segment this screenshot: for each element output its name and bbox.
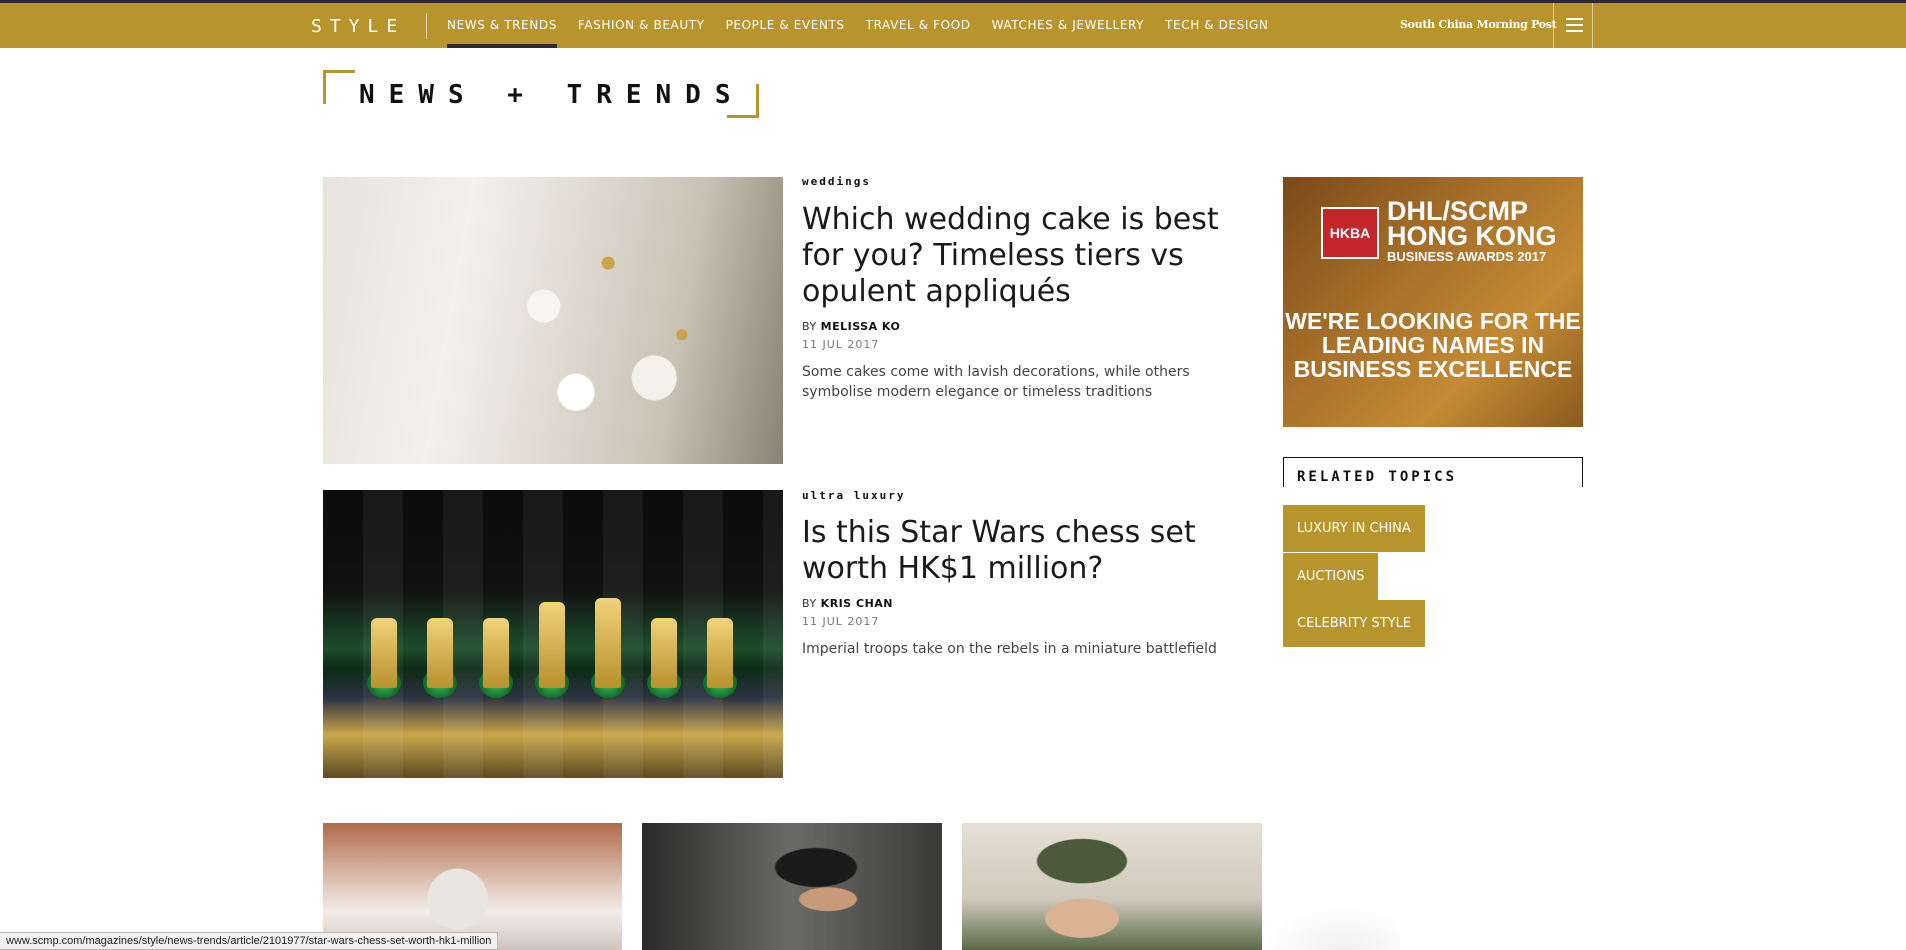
- nav-people-events[interactable]: PEOPLE & EVENTS: [726, 3, 845, 48]
- topic-luxury-in-china[interactable]: LUXURY IN CHINA: [1283, 505, 1425, 552]
- article-date: 11 JUL 2017: [802, 615, 880, 628]
- article-thumbnail[interactable]: [323, 823, 622, 950]
- style-logo[interactable]: STYLE: [311, 16, 405, 37]
- article-summary: Imperial troops take on the rebels in a …: [802, 641, 1217, 657]
- article-date: 11 JUL 2017: [802, 338, 880, 351]
- wedding-cake-image[interactable]: [323, 177, 783, 464]
- menu-button[interactable]: [1553, 3, 1593, 48]
- chess-piece: [651, 618, 677, 688]
- article-thumbnail[interactable]: [962, 823, 1262, 950]
- advertisement-banner[interactable]: HKBA DHL/SCMP HONG KONG BUSINESS AWARDS …: [1283, 177, 1583, 427]
- nav-travel-food[interactable]: TRAVEL & FOOD: [866, 3, 971, 48]
- byline-prefix: BY: [802, 597, 817, 610]
- chess-set-image[interactable]: [323, 490, 783, 778]
- logo-divider: [426, 13, 427, 39]
- article-thumbnail[interactable]: [642, 823, 942, 950]
- title-bracket-top-left: [323, 70, 355, 104]
- hkba-logo: HKBA: [1321, 207, 1379, 259]
- author-link[interactable]: MELISSA KO: [821, 320, 901, 333]
- scroll-shadow: [1260, 905, 1400, 950]
- page-title: NEWS + TRENDS: [359, 80, 745, 110]
- chess-piece: [539, 602, 565, 688]
- nav-watches-jewellery[interactable]: WATCHES & JEWELLERY: [992, 3, 1145, 48]
- hamburger-icon: [1566, 18, 1583, 20]
- article-summary: Some cakes come with lavish decorations,…: [802, 364, 1190, 400]
- section-header: NEWS + TRENDS: [323, 70, 759, 118]
- nav-tech-design[interactable]: TECH & DESIGN: [1165, 3, 1268, 48]
- article-byline: BY KRIS CHAN: [802, 597, 893, 610]
- nav-fashion-beauty[interactable]: FASHION & BEAUTY: [578, 3, 705, 48]
- chess-piece: [427, 618, 453, 688]
- topic-celebrity-style[interactable]: CELEBRITY STYLE: [1283, 600, 1426, 647]
- chess-piece: [707, 618, 733, 688]
- chess-piece: [595, 598, 621, 688]
- hamburger-icon: [1566, 24, 1583, 26]
- ad-title: DHL/SCMP HONG KONG BUSINESS AWARDS 2017: [1387, 198, 1577, 265]
- article-headline[interactable]: Which wedding cake is best for you? Time…: [802, 202, 1262, 310]
- top-nav-bar: STYLE NEWS & TRENDS FASHION & BEAUTY PEO…: [0, 0, 1906, 48]
- article-headline[interactable]: Is this Star Wars chess set worth HK$1 m…: [802, 515, 1272, 587]
- hamburger-icon: [1566, 30, 1583, 32]
- browser-status-url: www.scmp.com/magazines/style/news-trends…: [0, 932, 499, 950]
- hkba-logo-text: HKBA: [1329, 225, 1371, 241]
- related-topics-title: RELATED TOPICS: [1297, 469, 1458, 485]
- topic-auctions[interactable]: AUCTIONS: [1283, 553, 1379, 600]
- scmp-brand-link[interactable]: South China Morning Post: [1400, 18, 1557, 31]
- author-link[interactable]: KRIS CHAN: [821, 597, 893, 610]
- byline-prefix: BY: [802, 320, 817, 333]
- chess-piece: [371, 618, 397, 688]
- chess-piece: [483, 618, 509, 688]
- related-topics-box: RELATED TOPICS: [1283, 457, 1583, 487]
- ad-title-line3: BUSINESS AWARDS 2017: [1387, 249, 1547, 264]
- article-tag[interactable]: ULTRA LUXURY: [802, 489, 905, 502]
- ad-cta-text: WE'RE LOOKING FOR THE LEADING NAMES IN B…: [1285, 308, 1581, 382]
- nav-news-trends[interactable]: NEWS & TRENDS: [447, 3, 557, 48]
- article-tag[interactable]: WEDDINGS: [802, 175, 871, 188]
- main-nav: NEWS & TRENDS FASHION & BEAUTY PEOPLE & …: [447, 3, 1289, 48]
- article-byline: BY MELISSA KO: [802, 320, 900, 333]
- ad-title-line2: HONG KONG: [1387, 221, 1557, 251]
